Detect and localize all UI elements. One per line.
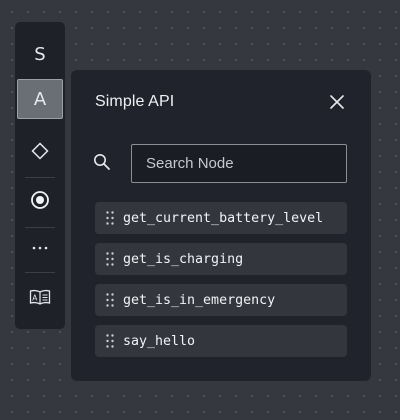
diamond-button[interactable] xyxy=(15,131,65,171)
target-button[interactable] xyxy=(15,180,65,220)
node-label: get_current_battery_level xyxy=(123,210,324,226)
node-item-get-current-battery-level[interactable]: get_current_battery_level xyxy=(95,202,347,234)
more-horizontal-icon xyxy=(32,246,48,250)
close-icon xyxy=(330,95,344,109)
more-button[interactable] xyxy=(15,228,65,268)
toolbar-divider xyxy=(25,177,55,178)
node-item-get-is-charging[interactable]: get_is_charging xyxy=(95,243,347,275)
toolbar-divider xyxy=(25,272,55,273)
node-label: get_is_in_emergency xyxy=(123,292,276,308)
toolbar-button-s-label: S xyxy=(34,43,46,65)
search-icon xyxy=(94,154,110,170)
drag-handle-icon xyxy=(106,211,114,225)
radio-target-icon xyxy=(31,191,49,209)
search-input[interactable] xyxy=(131,144,347,183)
toolbar-button-a[interactable]: A xyxy=(17,79,63,119)
node-item-say-hello[interactable]: say_hello xyxy=(95,325,347,357)
toolbar-button-a-label: A xyxy=(33,88,47,110)
book-button[interactable]: A xyxy=(15,277,65,317)
close-button[interactable] xyxy=(327,92,347,112)
svg-text:A: A xyxy=(32,294,38,303)
book-icon: A xyxy=(29,289,51,305)
diamond-icon xyxy=(31,142,49,160)
drag-handle-icon xyxy=(106,293,114,307)
left-toolbar: S A A xyxy=(15,22,65,329)
node-label: say_hello xyxy=(123,333,196,349)
panel-title: Simple API xyxy=(95,93,175,110)
node-item-get-is-in-emergency[interactable]: get_is_in_emergency xyxy=(95,284,347,316)
toolbar-button-s[interactable]: S xyxy=(15,34,65,74)
simple-api-panel: Simple API get_current_battery_level get… xyxy=(71,70,371,381)
node-label: get_is_charging xyxy=(123,251,244,267)
drag-handle-icon xyxy=(106,252,114,266)
drag-handle-icon xyxy=(106,334,114,348)
